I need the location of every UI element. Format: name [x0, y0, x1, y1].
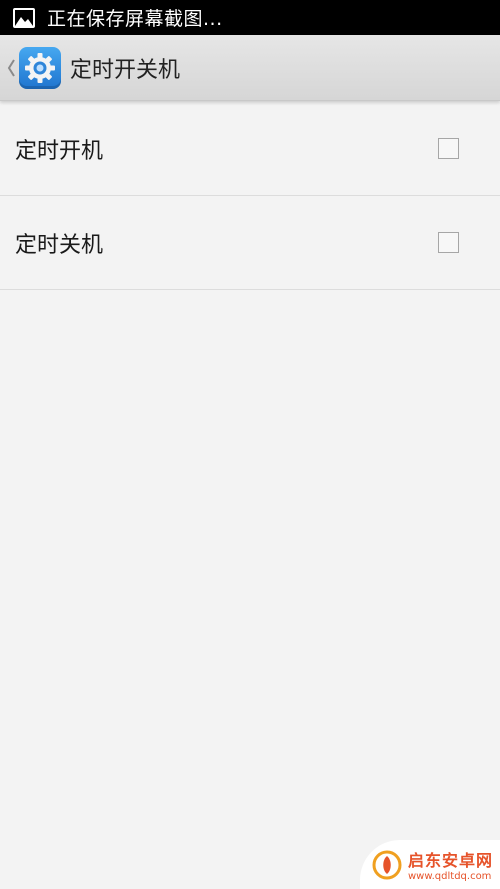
power-off-checkbox[interactable] [438, 232, 459, 253]
watermark-name: 启东安卓网 [408, 851, 494, 870]
setting-scheduled-power-on[interactable]: 定时开机 [0, 102, 500, 196]
setting-label: 定时开机 [15, 138, 104, 164]
setting-label: 定时关机 [15, 232, 104, 258]
power-on-checkbox[interactable] [438, 138, 459, 159]
status-notification-text: 正在保存屏幕截图... [47, 8, 223, 30]
watermark: 启东安卓网 www.qdltdq.com [360, 840, 500, 889]
setting-scheduled-power-off[interactable]: 定时关机 [0, 196, 500, 290]
action-bar: 定时开关机 [0, 35, 500, 101]
gear-icon[interactable] [19, 46, 61, 89]
page-title: 定时开关机 [70, 57, 181, 83]
watermark-url: www.qdltdq.com [408, 871, 492, 882]
watermark-logo-icon [370, 848, 404, 882]
status-bar: 正在保存屏幕截图... [0, 0, 500, 35]
settings-list: 定时开机 定时关机 [0, 102, 500, 290]
chevron-left-icon[interactable] [4, 56, 18, 80]
picture-icon [13, 7, 35, 28]
